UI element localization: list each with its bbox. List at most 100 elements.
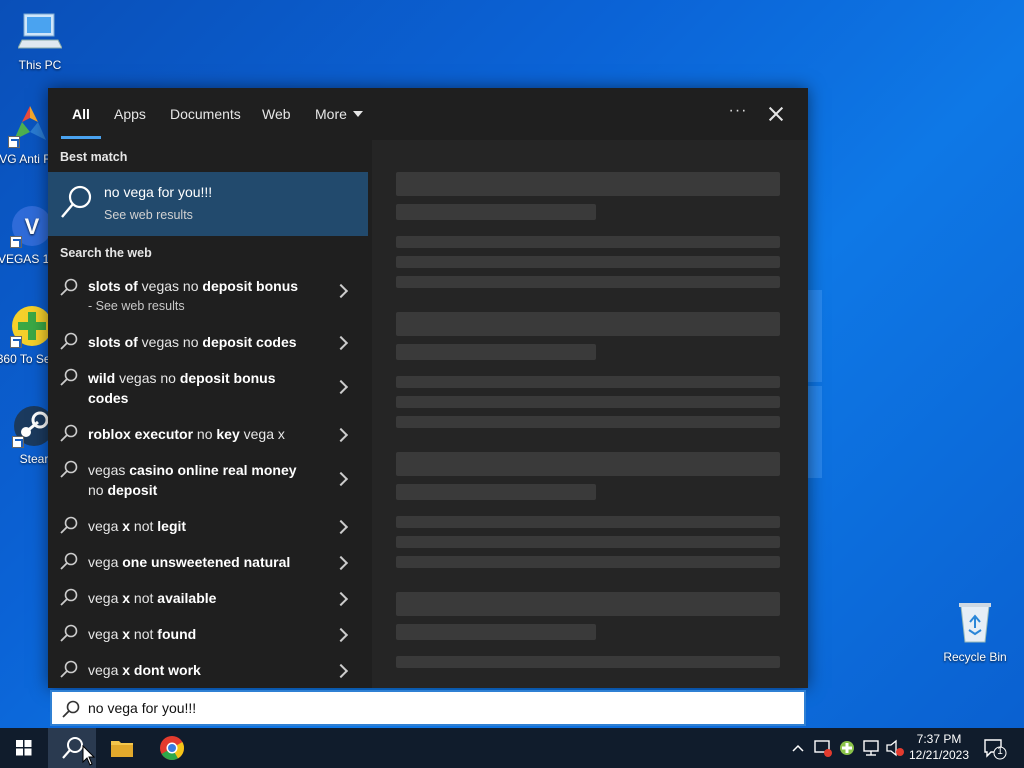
web-result-item[interactable]: vega x not available — [48, 580, 368, 616]
search-icon — [60, 460, 78, 478]
tab-web[interactable]: Web — [262, 106, 291, 122]
notification-badge: 1 — [997, 746, 1003, 757]
search-tabs: All Apps Documents Web More ··· — [48, 88, 808, 140]
web-result-text: roblox executor no key vega x — [88, 426, 285, 442]
best-match-subtitle: See web results — [104, 208, 193, 222]
wallpaper-light — [808, 290, 822, 382]
web-result-item[interactable]: vega one unsweetened natural — [48, 544, 368, 580]
web-result-item[interactable]: slots of vegas no deposit codes — [48, 324, 368, 360]
loading-placeholder — [396, 516, 780, 528]
search-icon — [60, 332, 78, 350]
show-hidden-icons[interactable] — [788, 728, 808, 768]
chevron-right-icon[interactable] — [333, 335, 349, 351]
web-result-item[interactable]: slots of vegas no deposit bonus - See we… — [48, 268, 368, 316]
best-match-item[interactable]: no vega for you!!! See web results — [48, 172, 368, 236]
tray-360-icon[interactable] — [836, 728, 858, 768]
best-match-title: no vega for you!!! — [104, 184, 213, 200]
tab-more-label: More — [315, 106, 347, 122]
search-panel: All Apps Documents Web More ··· Best mat… — [48, 88, 808, 688]
tray-network-icon[interactable] — [860, 728, 882, 768]
web-result-item[interactable]: roblox executor no key vega x — [48, 416, 368, 452]
taskbar-file-explorer[interactable] — [98, 728, 146, 768]
more-options-button[interactable]: ··· — [724, 102, 752, 126]
loading-placeholder — [396, 204, 596, 220]
clock-time: 7:37 PM — [916, 732, 962, 746]
recycle-bin-icon — [953, 600, 997, 644]
action-center-button[interactable]: 1 — [980, 728, 1010, 768]
web-result-text: vega x not available — [88, 590, 217, 606]
loading-placeholder — [396, 312, 780, 336]
loading-placeholder — [396, 556, 780, 568]
loading-placeholder — [396, 536, 780, 548]
shortcut-arrow-icon — [12, 436, 24, 448]
chevron-right-icon[interactable] — [333, 519, 349, 535]
chevron-right-icon[interactable] — [333, 627, 349, 643]
desktop-icon-label: This PC — [18, 58, 62, 72]
results-list: Best match no vega for you!!! See web re… — [48, 140, 368, 688]
chevron-right-icon[interactable] — [333, 555, 349, 571]
web-result-text: slots of vegas no deposit codes — [88, 334, 297, 350]
shortcut-arrow-icon — [10, 336, 22, 348]
notification-icon — [984, 739, 1007, 760]
web-result-text: vega x dont work — [88, 662, 201, 678]
tray-security-icon[interactable] — [812, 728, 834, 768]
network-icon — [863, 740, 879, 756]
chevron-right-icon[interactable] — [333, 591, 349, 607]
shield-plus-icon — [840, 741, 854, 755]
close-icon[interactable] — [764, 102, 788, 126]
active-tab-indicator — [61, 136, 101, 139]
loading-placeholder — [396, 452, 780, 476]
chevron-right-icon[interactable] — [333, 427, 349, 443]
taskbar-chrome[interactable] — [148, 728, 196, 768]
start-button[interactable] — [0, 728, 48, 768]
search-input[interactable] — [88, 696, 788, 720]
search-icon — [60, 516, 78, 534]
chevron-right-icon[interactable] — [333, 283, 349, 299]
web-result-item[interactable]: vegas casino online real money no deposi… — [48, 452, 368, 498]
computer-icon — [17, 10, 63, 54]
search-icon — [62, 700, 80, 718]
wallpaper-light — [808, 386, 822, 478]
search-icon — [60, 588, 78, 606]
web-result-text: slots of vegas no deposit bonus - See we… — [88, 276, 318, 316]
mouse-cursor-icon — [82, 745, 96, 766]
desktop-icon-recycle-bin[interactable]: Recycle Bin — [940, 600, 1010, 664]
web-result-text: vega x not legit — [88, 518, 187, 534]
search-web-heading: Search the web — [60, 246, 152, 260]
web-result-item[interactable]: wild vegas no deposit bonus codes — [48, 360, 368, 406]
loading-placeholder — [396, 376, 780, 388]
loading-placeholder — [396, 276, 780, 288]
caret-down-icon — [352, 111, 363, 117]
loading-placeholder — [396, 656, 780, 668]
search-icon — [60, 278, 78, 296]
desktop-icon-this-pc[interactable]: This PC — [2, 10, 78, 72]
taskbar-clock[interactable]: 7:37 PM 12/21/2023 — [906, 731, 972, 763]
chevron-right-icon[interactable] — [333, 663, 349, 679]
loading-placeholder — [396, 236, 780, 248]
shortcut-arrow-icon — [10, 236, 22, 248]
search-input-box[interactable] — [50, 690, 806, 726]
best-match-heading: Best match — [60, 150, 128, 164]
chevron-right-icon[interactable] — [333, 379, 349, 395]
loading-placeholder — [396, 172, 780, 196]
web-result-item[interactable]: vega x dont work — [48, 652, 368, 688]
search-icon — [61, 185, 92, 218]
web-result-subtitle: - See web results — [88, 299, 185, 313]
chevron-up-icon — [792, 744, 804, 752]
loading-placeholder — [396, 256, 780, 268]
volume-muted-icon — [886, 739, 904, 757]
search-icon — [60, 368, 78, 386]
chevron-right-icon[interactable] — [333, 471, 349, 487]
web-result-item[interactable]: vega x not found — [48, 616, 368, 652]
svg-text:V: V — [25, 214, 40, 239]
tab-apps[interactable]: Apps — [114, 106, 146, 122]
web-result-item[interactable]: vega x not legit — [48, 508, 368, 544]
tab-all[interactable]: All — [72, 106, 90, 122]
tab-documents[interactable]: Documents — [170, 106, 241, 122]
tray-volume-icon[interactable] — [884, 728, 906, 768]
loading-placeholder — [396, 484, 596, 500]
chrome-icon — [160, 736, 185, 761]
shortcut-arrow-icon — [8, 136, 20, 148]
search-icon — [60, 552, 78, 570]
tab-more[interactable]: More — [315, 106, 363, 122]
